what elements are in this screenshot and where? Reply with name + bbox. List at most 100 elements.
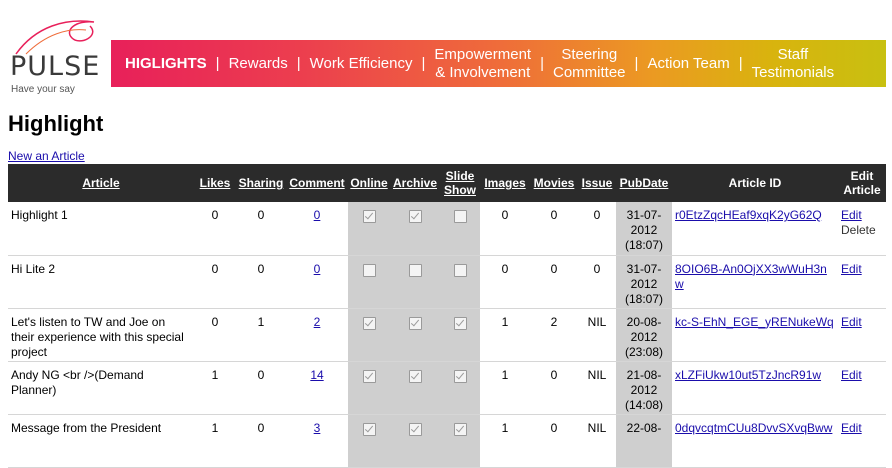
nav-item-rewards[interactable]: Rewards [229, 55, 288, 73]
nav-item-higlights[interactable]: HIGLIGHTS [125, 55, 207, 73]
slide-show-checkbox[interactable] [453, 210, 467, 223]
new-article-link[interactable]: New an Article [8, 149, 85, 163]
delete-link[interactable]: Delete [841, 223, 883, 238]
col-pubdate[interactable]: PubDate [616, 164, 672, 202]
pulse-logo[interactable]: PULSE Have your say [6, 16, 106, 96]
archive-checkbox[interactable] [408, 369, 422, 383]
edit-link[interactable]: Edit [841, 368, 862, 382]
likes-count: 1 [211, 367, 219, 382]
nav-item-label: Staff [777, 45, 809, 63]
nav-separator: | [738, 54, 743, 72]
cell-online [348, 361, 390, 415]
cell-issue: NIL [578, 361, 616, 415]
comment-count-link[interactable]: 0 [314, 208, 321, 222]
col-images[interactable]: Images [480, 164, 530, 202]
online-checkbox[interactable] [362, 263, 376, 277]
images-count: 1 [501, 367, 509, 382]
images-count: 1 [501, 420, 509, 435]
comment-count-link[interactable]: 3 [314, 421, 321, 435]
cell-archive [390, 255, 440, 309]
archive-checkbox[interactable] [408, 422, 422, 436]
cell-slide-show [440, 361, 480, 415]
comment-count-link[interactable]: 0 [314, 262, 321, 276]
edit-link[interactable]: Edit [841, 262, 862, 276]
sharing-count: 0 [257, 261, 265, 276]
col-slide-show[interactable]: Slide Show [440, 164, 480, 202]
cell-edit-article: Edit [838, 255, 886, 309]
article-id-link[interactable]: 8OIO6B-An0OjXX3wWuH3nw [675, 262, 827, 291]
cell-article: Andy NG <br />(Demand Planner) [8, 361, 194, 415]
issue-value: NIL [587, 314, 607, 329]
archive-checkbox[interactable] [408, 263, 422, 277]
cell-likes: 0 [194, 202, 236, 256]
cell-article-id: 8OIO6B-An0OjXX3wWuH3nw [672, 255, 838, 309]
cell-issue: 0 [578, 202, 616, 256]
cell-movies: 0 [530, 361, 578, 415]
nav-item-label: HIGLIGHTS [125, 54, 207, 72]
cell-slide-show [440, 255, 480, 309]
col-article[interactable]: Article [8, 164, 194, 202]
cell-slide-show [440, 308, 480, 362]
col-issue[interactable]: Issue [578, 164, 616, 202]
col-movies[interactable]: Movies [530, 164, 578, 202]
col-article-id: Article ID [672, 164, 838, 202]
col-online[interactable]: Online [348, 164, 390, 202]
col-archive[interactable]: Archive [390, 164, 440, 202]
nav-separator: | [296, 54, 301, 72]
cell-issue: NIL [578, 308, 616, 362]
cell-online [348, 202, 390, 256]
article-id-link[interactable]: 0dqvcqtmCUu8DvvSXvqBww [675, 421, 832, 435]
nav-item-label: Steering [561, 45, 618, 63]
pub-time: (14:08) [624, 397, 664, 412]
table-row: Andy NG <br />(Demand Planner) 1 0 14 1 0 NIL 2… [8, 361, 886, 415]
edit-link[interactable]: Edit [841, 421, 862, 435]
cell-article: Hi Lite 2 [8, 255, 194, 309]
cell-comment: 14 [286, 361, 348, 415]
comment-count-link[interactable]: 2 [314, 315, 321, 329]
nav-item-work-efficiency[interactable]: Work Efficiency [310, 55, 413, 73]
online-checkbox[interactable] [362, 210, 376, 223]
article-id-link[interactable]: xLZFiUkw10ut5TzJncR91w [675, 368, 821, 382]
cell-archive [390, 361, 440, 415]
edit-link[interactable]: Edit [841, 315, 862, 329]
issue-value: 0 [593, 261, 601, 276]
pub-time: (18:07) [624, 238, 664, 252]
nav-item-label: Testimonials [751, 63, 835, 81]
table-row: Highlight 1 0 0 0 0 0 0 31-07- 2012 (18:07) r0EtzZ… [8, 202, 886, 256]
edit-link[interactable]: Edit [841, 208, 862, 222]
movies-count: 0 [550, 208, 558, 222]
nav-separator: | [634, 54, 639, 72]
cell-edit-article: Edit [838, 361, 886, 415]
slide-show-checkbox[interactable] [453, 369, 467, 383]
sharing-count: 0 [257, 208, 265, 222]
comment-count-link[interactable]: 14 [310, 368, 323, 382]
col-likes[interactable]: Likes [194, 164, 236, 202]
archive-checkbox[interactable] [408, 316, 422, 330]
cell-sharing: 1 [236, 308, 286, 362]
nav-item-label: Work Efficiency [309, 54, 413, 72]
nav-item-empowerment-involvement[interactable]: Empowerment & Involvement [434, 46, 531, 82]
pub-year: 2012 [630, 276, 658, 291]
article-id-link[interactable]: kc-S-EhN_EGE_yRENukeWq [675, 315, 834, 329]
online-checkbox[interactable] [362, 369, 376, 383]
online-checkbox[interactable] [362, 422, 376, 436]
cell-comment: 0 [286, 202, 348, 256]
slide-show-checkbox[interactable] [453, 263, 467, 277]
slide-show-checkbox[interactable] [453, 422, 467, 436]
pub-year: 2012 [630, 223, 658, 237]
nav-item-staff-testimonials[interactable]: Staff Testimonials [752, 46, 835, 82]
article-id-link[interactable]: r0EtzZqcHEaf9xqK2yG62Q [675, 208, 822, 222]
col-sharing[interactable]: Sharing [236, 164, 286, 202]
logo-tagline: Have your say [11, 84, 75, 95]
table-row: Let's listen to TW and Joe on their expe… [8, 308, 886, 362]
cell-pubdate: 31-07- 2012 (18:07) [616, 255, 672, 309]
slide-show-checkbox[interactable] [453, 316, 467, 330]
col-comment[interactable]: Comment [286, 164, 348, 202]
online-checkbox[interactable] [362, 316, 376, 330]
cell-sharing: 0 [236, 255, 286, 309]
cell-slide-show [440, 202, 480, 256]
nav-item-action-team[interactable]: Action Team [647, 55, 729, 73]
nav-item-steering-committee[interactable]: Steering Committee [553, 46, 626, 82]
cell-comment: 0 [286, 255, 348, 309]
archive-checkbox[interactable] [408, 210, 422, 223]
